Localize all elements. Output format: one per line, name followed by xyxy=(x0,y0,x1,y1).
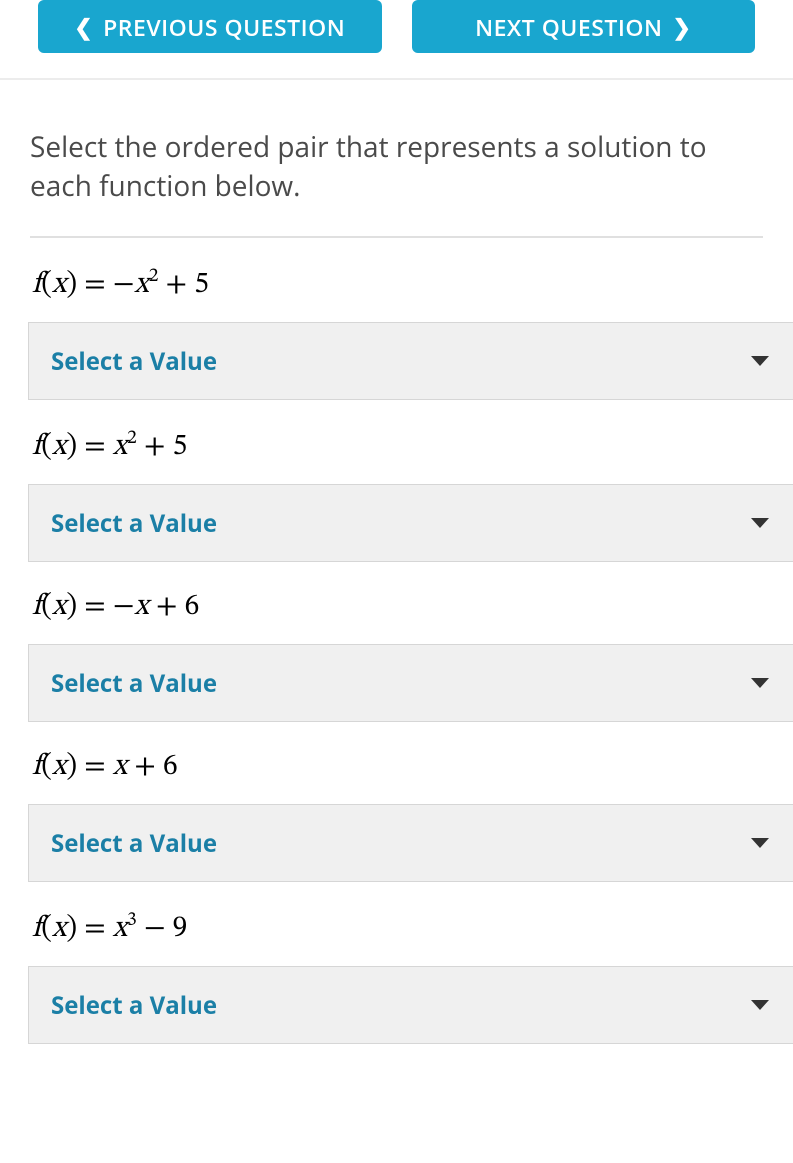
next-question-label: NEXT QUESTION xyxy=(475,11,662,43)
function-list: f(x) = −x2 + 5 Select a Value f(x) = x2 … xyxy=(0,238,793,1044)
next-question-button[interactable]: NEXT QUESTION ❯ xyxy=(412,0,756,53)
caret-down-icon xyxy=(751,838,769,848)
caret-down-icon xyxy=(751,518,769,528)
previous-question-label: PREVIOUS QUESTION xyxy=(103,11,345,43)
question-prompt: Select the ordered pair that represents … xyxy=(0,80,793,236)
caret-down-icon xyxy=(751,356,769,366)
chevron-right-icon: ❯ xyxy=(673,16,692,38)
function-equation-1: f(x) = −x2 + 5 xyxy=(30,238,763,322)
select-placeholder-label: Select a Value xyxy=(51,345,217,378)
select-value-dropdown-4[interactable]: Select a Value xyxy=(28,804,793,882)
select-placeholder-label: Select a Value xyxy=(51,989,217,1022)
chevron-left-icon: ❮ xyxy=(74,16,93,38)
caret-down-icon xyxy=(751,1000,769,1010)
select-placeholder-label: Select a Value xyxy=(51,507,217,540)
caret-down-icon xyxy=(751,678,769,688)
select-placeholder-label: Select a Value xyxy=(51,827,217,860)
function-equation-3: f(x) = −x + 6 xyxy=(30,562,763,644)
function-equation-5: f(x) = x3 − 9 xyxy=(30,882,763,966)
select-placeholder-label: Select a Value xyxy=(51,667,217,700)
select-value-dropdown-5[interactable]: Select a Value xyxy=(28,966,793,1044)
function-equation-4: f(x) = x + 6 xyxy=(30,722,763,804)
select-value-dropdown-2[interactable]: Select a Value xyxy=(28,484,793,562)
function-equation-2: f(x) = x2 + 5 xyxy=(30,400,763,484)
select-value-dropdown-1[interactable]: Select a Value xyxy=(28,322,793,400)
previous-question-button[interactable]: ❮ PREVIOUS QUESTION xyxy=(38,0,382,53)
select-value-dropdown-3[interactable]: Select a Value xyxy=(28,644,793,722)
